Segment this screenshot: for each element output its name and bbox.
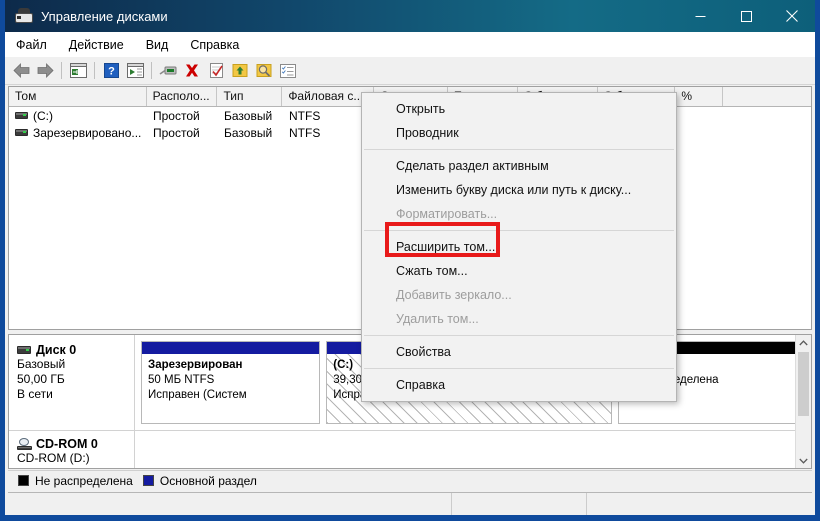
- maximize-button[interactable]: [723, 0, 769, 32]
- context-menu-item-change-drive-letter[interactable]: Изменить букву диска или путь к диску...: [362, 178, 676, 202]
- volume-name: (C:): [33, 108, 53, 123]
- column-header-layout[interactable]: Располо...: [146, 87, 218, 106]
- volume-type: Базовый: [224, 125, 273, 140]
- forward-arrow-icon[interactable]: [33, 59, 57, 82]
- delete-icon[interactable]: [180, 59, 204, 82]
- legend-bar: Не распределена Основной раздел: [8, 470, 812, 490]
- toolbar-separator: [151, 62, 152, 79]
- context-menu-separator: [364, 230, 674, 231]
- context-menu: Открыть Проводник Сделать раздел активны…: [361, 92, 677, 402]
- context-menu-item-open[interactable]: Открыть: [362, 97, 676, 121]
- context-menu-separator: [364, 335, 674, 336]
- partition-reserved-status: Исправен (Систем: [148, 389, 247, 401]
- volume-type: Базовый: [224, 108, 273, 123]
- context-menu-item-add-mirror: Добавить зеркало...: [396, 288, 512, 302]
- context-menu-item-shrink-volume[interactable]: Сжать том...: [362, 259, 676, 283]
- partition-reserved[interactable]: Зарезервирован 50 МБ NTFS Исправен (Сист…: [141, 341, 321, 424]
- disk0-name: Диск 0: [36, 343, 77, 357]
- partition-reserved-bar: [142, 342, 320, 354]
- column-header-type[interactable]: Тип: [217, 87, 283, 106]
- legend-swatch-primary: [142, 475, 154, 486]
- column-header-extra[interactable]: [723, 87, 811, 106]
- show-console-tree-icon[interactable]: [66, 59, 90, 82]
- list-icon[interactable]: [276, 59, 300, 82]
- column-header-percent[interactable]: %: [675, 87, 724, 106]
- cdrom0-title: CD-ROM 0: [17, 437, 134, 451]
- volume-name: Зарезервировано...: [33, 125, 142, 140]
- status-pane-3: [587, 493, 812, 515]
- disk0-info: Диск 0 Базовый 50,00 ГБ В сети: [9, 335, 135, 430]
- cdrom0-partitions: [135, 431, 811, 468]
- status-pane-1: [8, 493, 452, 515]
- title-bar[interactable]: Управление дисками: [5, 0, 815, 32]
- partition-reserved-size: 50 МБ NTFS: [148, 374, 215, 386]
- context-menu-separator: [364, 149, 674, 150]
- legend-label-primary: Основной раздел: [159, 473, 257, 488]
- status-pane-2: [452, 493, 587, 515]
- help-icon[interactable]: ?: [99, 59, 123, 82]
- partition-reserved-body: Зарезервирован 50 МБ NTFS Исправен (Сист…: [142, 354, 320, 423]
- legend-swatch-unallocated: [18, 475, 29, 486]
- cdrom0-info: CD-ROM 0 CD-ROM (D:): [9, 431, 135, 468]
- toolbar: ?: [5, 57, 815, 85]
- properties-icon[interactable]: [204, 59, 228, 82]
- menu-bar: Файл Действие Вид Справка: [5, 32, 815, 58]
- context-menu-item-help[interactable]: Справка: [362, 373, 676, 397]
- toolbar-separator: [61, 62, 62, 79]
- context-menu-item-extend-volume[interactable]: Расширить том...: [362, 235, 676, 259]
- disk-row-cdrom0[interactable]: CD-ROM 0 CD-ROM (D:): [9, 431, 811, 468]
- menu-item-view[interactable]: Вид: [135, 35, 180, 55]
- disk0-title: Диск 0: [17, 343, 134, 357]
- disk-management-window: Управление дисками Файл Действие Вид Спр…: [0, 0, 820, 521]
- context-menu-item-delete-volume: Удалить том...: [396, 312, 479, 326]
- volume-icon: [15, 129, 28, 136]
- scroll-thumb[interactable]: [798, 352, 809, 416]
- close-button[interactable]: [769, 0, 815, 32]
- context-menu-item-mark-partition-active[interactable]: Сделать раздел активным: [362, 154, 676, 178]
- disk0-type: Базовый: [17, 357, 66, 371]
- context-menu-item-properties[interactable]: Свойства: [362, 340, 676, 364]
- connect-icon[interactable]: [156, 59, 180, 82]
- window-title: Управление дисками: [41, 8, 168, 24]
- disk0-status: В сети: [17, 387, 53, 401]
- toolbar-separator: [94, 62, 95, 79]
- menu-item-file[interactable]: Файл: [5, 35, 58, 55]
- volume-layout: Простой: [153, 125, 200, 140]
- back-arrow-icon[interactable]: [9, 59, 33, 82]
- cdrom0-name: CD-ROM 0: [36, 437, 98, 451]
- legend-label-unallocated: Не распределена: [35, 473, 133, 488]
- extend-icon[interactable]: [228, 59, 252, 82]
- minimize-button[interactable]: [677, 0, 723, 32]
- context-menu-item-format: Форматировать...: [396, 207, 498, 221]
- hard-disk-icon: [17, 346, 31, 354]
- legend-item-unallocated: Не распределена: [18, 474, 133, 488]
- context-menu-separator: [364, 368, 674, 369]
- partition-reserved-title: Зарезервирован: [148, 359, 243, 371]
- legend-item-primary: Основной раздел: [142, 473, 257, 488]
- disk-management-icon: [15, 8, 33, 24]
- scroll-down-icon[interactable]: [796, 453, 811, 468]
- volume-icon: [15, 112, 28, 119]
- column-header-volume[interactable]: Том: [9, 87, 147, 106]
- menu-item-help[interactable]: Справка: [179, 35, 250, 55]
- menu-item-action[interactable]: Действие: [58, 35, 135, 55]
- graphic-pane-scrollbar[interactable]: [795, 335, 811, 468]
- window-controls: [677, 0, 815, 32]
- disk0-size: 50,00 ГБ: [17, 372, 65, 386]
- volume-layout: Простой: [153, 108, 200, 123]
- context-menu-item-explore[interactable]: Проводник: [362, 121, 676, 145]
- svg-text:?: ?: [108, 66, 115, 78]
- scan-icon[interactable]: [252, 59, 276, 82]
- cdrom-icon: [17, 438, 32, 450]
- cdrom0-type: CD-ROM (D:): [17, 451, 90, 465]
- status-bar: [8, 492, 812, 515]
- show-action-pane-icon[interactable]: [123, 59, 147, 82]
- scroll-up-icon[interactable]: [796, 335, 811, 350]
